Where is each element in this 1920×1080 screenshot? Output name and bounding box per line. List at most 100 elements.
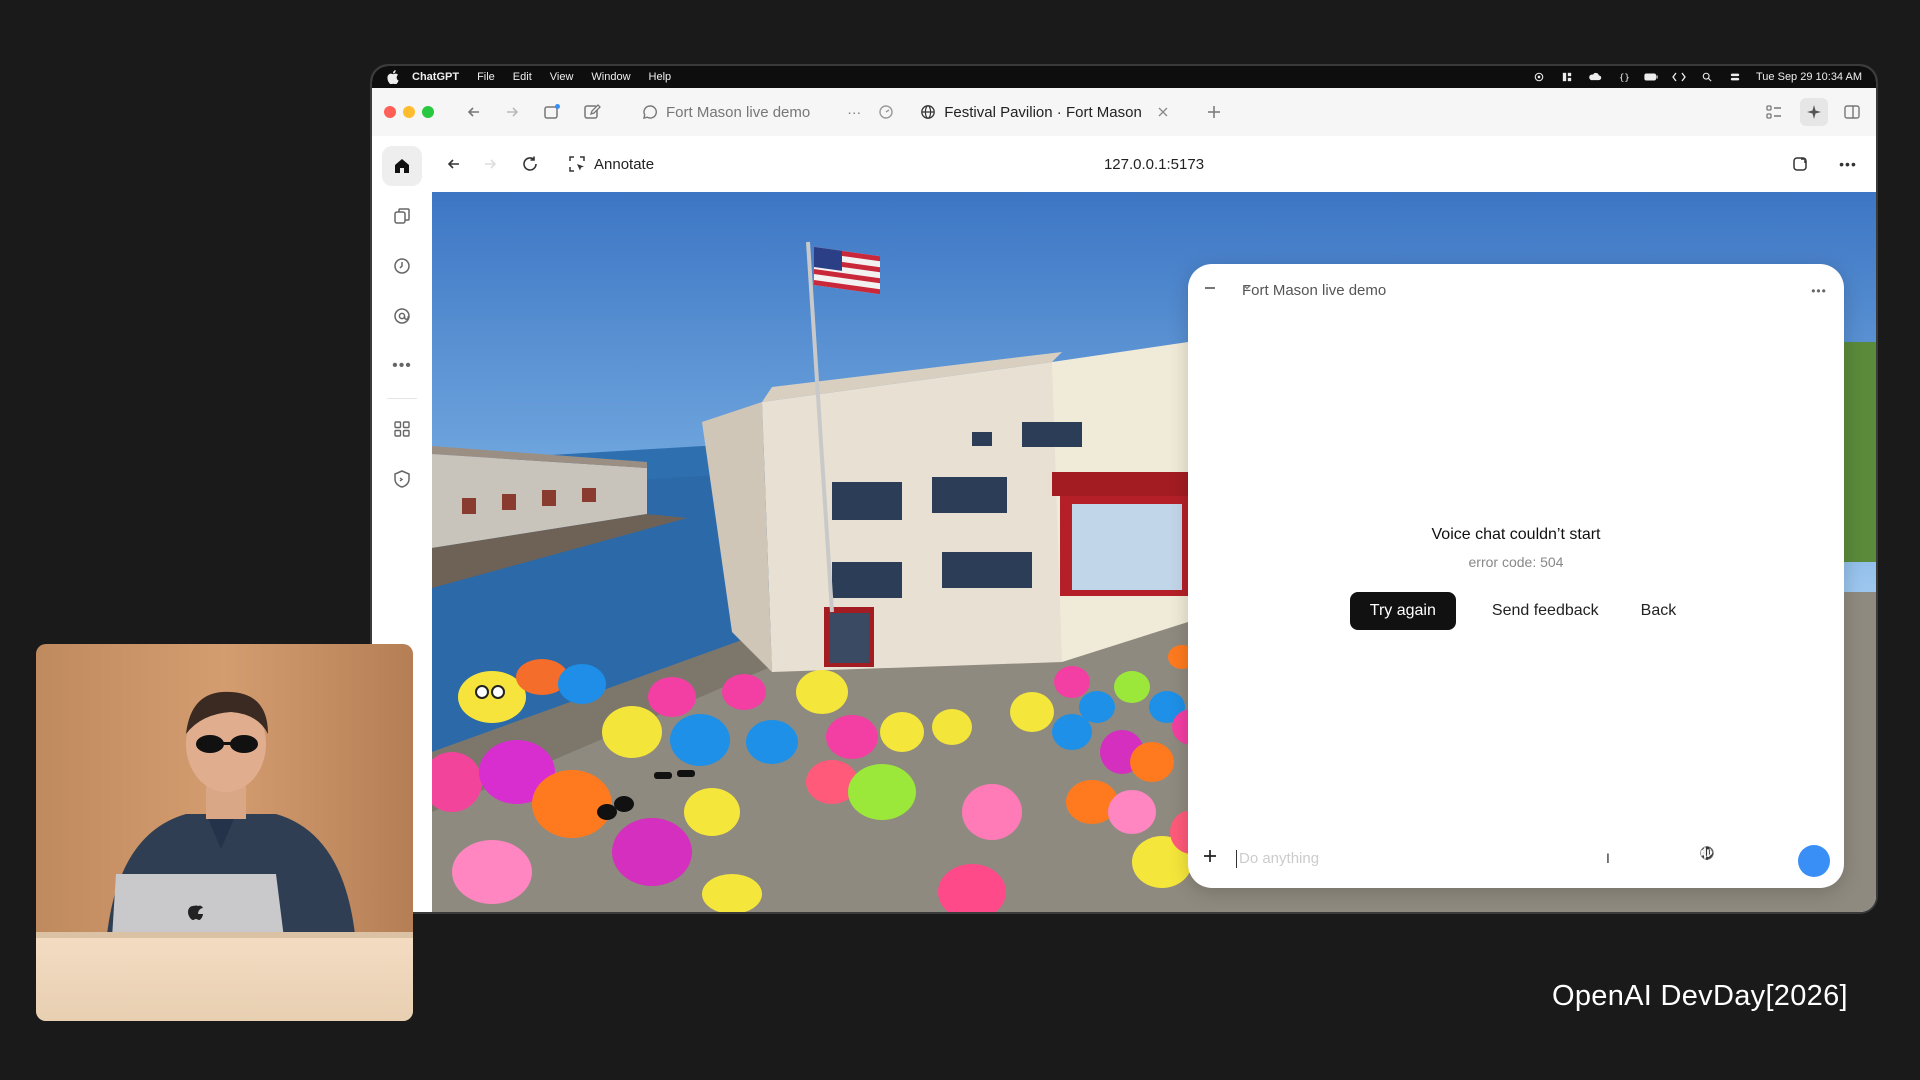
message-input[interactable]: Do anything — [1236, 850, 1599, 868]
page-back-button[interactable] — [440, 150, 468, 178]
sidebar-item-more[interactable]: ••• — [382, 346, 422, 386]
refresh-icon — [523, 156, 537, 171]
menubar-clock[interactable]: Tue Sep 29 10:34 AM — [1756, 71, 1862, 83]
layout-status-icon[interactable] — [1560, 72, 1574, 82]
sparkle-icon — [1807, 105, 1821, 119]
braces-status-icon[interactable]: {} — [1616, 72, 1630, 82]
sidebar-toggle-button[interactable] — [542, 102, 562, 122]
minimize-window-button[interactable] — [403, 106, 415, 118]
send-feedback-button[interactable]: Send feedback — [1486, 592, 1605, 630]
sidebar-item-security[interactable] — [382, 459, 422, 499]
tab-fort-mason-chat[interactable]: Fort Mason live demo — [642, 104, 810, 121]
new-chat-button[interactable] — [582, 102, 602, 122]
globe-icon — [921, 105, 936, 119]
arrow-left-icon — [447, 159, 459, 169]
home-icon — [395, 159, 409, 173]
zoom-window-button[interactable] — [422, 106, 434, 118]
web-viewport[interactable]: Fort Mason live demo ••• Voice chat coul… — [432, 192, 1876, 912]
menu-help[interactable]: Help — [649, 71, 672, 83]
split-panel-icon — [1844, 105, 1860, 119]
back-nav-button[interactable] — [464, 102, 484, 122]
plus-icon — [1207, 106, 1220, 118]
url-display[interactable]: 127.0.0.1:5173 — [1104, 156, 1204, 173]
apple-icon[interactable] — [386, 70, 400, 84]
menu-file[interactable]: File — [477, 71, 495, 83]
code-arrows-icon[interactable] — [1672, 72, 1686, 82]
chat-bubble-icon — [643, 105, 657, 119]
compose-icon — [584, 104, 601, 119]
control-center-icon[interactable] — [1728, 72, 1742, 82]
sidebar-divider — [387, 398, 417, 399]
error-title: Voice chat couldn’t start — [1431, 526, 1601, 543]
annotate-cursor-icon — [569, 156, 585, 172]
sidebar-badge-icon — [544, 104, 560, 119]
try-again-button[interactable]: Try again — [1349, 592, 1456, 630]
page-more-button[interactable]: ••• — [1834, 150, 1862, 178]
error-actions: Try again Send feedback Back — [1188, 592, 1844, 630]
menu-window[interactable]: Window — [591, 71, 630, 83]
sidebar-item-mentions[interactable] — [382, 296, 422, 336]
menubar-status-area: {} Tue Sep 29 10:34 AM — [1532, 66, 1862, 88]
back-button[interactable]: Back — [1635, 592, 1683, 630]
task-list-button[interactable] — [1764, 102, 1784, 122]
chevron-down-icon — [1243, 285, 1251, 290]
gauge-icon — [879, 105, 893, 119]
voice-chat-panel: Fort Mason live demo ••• Voice chat coul… — [1188, 264, 1844, 888]
at-sign-icon — [394, 308, 410, 324]
minus-icon — [1205, 287, 1215, 289]
sidebar-item-home[interactable] — [382, 146, 422, 186]
plus-icon — [1204, 850, 1216, 862]
presenter-video — [36, 644, 413, 1021]
more-horizontal-icon: ••• — [1839, 156, 1857, 172]
openai-status-icon[interactable] — [1532, 72, 1546, 82]
popout-icon — [1793, 157, 1807, 171]
close-window-button[interactable] — [384, 106, 396, 118]
panel-more-button[interactable]: ••• — [1808, 280, 1830, 302]
sidebar-item-history[interactable] — [382, 246, 422, 286]
menu-view[interactable]: View — [550, 71, 574, 83]
settings-button[interactable] — [1700, 846, 1752, 871]
cloud-status-icon[interactable] — [1588, 72, 1602, 82]
arrow-right-icon — [507, 107, 519, 117]
page-forward-button[interactable] — [476, 150, 504, 178]
spotlight-search-icon[interactable] — [1700, 72, 1714, 82]
error-code: error code: 504 — [1468, 554, 1564, 570]
minimize-panel-button[interactable] — [1204, 282, 1222, 300]
menu-bar: ChatGPT File Edit View Window Help {} Tu… — [372, 66, 1876, 88]
tab-label: Festival Pavilion · Fort Mason — [944, 103, 1142, 121]
arrow-left-icon — [467, 107, 479, 117]
grid-apps-icon — [394, 421, 410, 437]
tab-festival-pavilion[interactable]: Festival Pavilion · Fort Mason — [920, 104, 1168, 121]
agent-status-button[interactable] — [876, 102, 896, 122]
address-bar: 127.0.0.1:5173 Annotate ••• — [432, 136, 1876, 192]
panel-title: Fort Mason live demo — [1242, 282, 1387, 299]
open-external-button[interactable] — [1786, 150, 1814, 178]
menu-edit[interactable]: Edit — [513, 71, 532, 83]
dictate-button[interactable] — [1701, 846, 1785, 871]
sidebar-item-library[interactable] — [382, 196, 422, 236]
window-controls — [384, 106, 434, 118]
menu-app-name[interactable]: ChatGPT — [412, 71, 459, 83]
voice-mode-button[interactable] — [1701, 845, 1830, 877]
battery-icon[interactable] — [1644, 72, 1658, 82]
composer: Do anything I — [1188, 832, 1844, 888]
sidebar-item-apps[interactable] — [382, 409, 422, 449]
conversation-title-dropdown[interactable]: Fort Mason live demo — [1242, 282, 1386, 299]
tab-label: Fort Mason live demo — [666, 103, 811, 121]
assistant-button[interactable] — [1800, 98, 1828, 126]
shield-icon — [394, 470, 410, 488]
tab-more-button[interactable]: ··· — [844, 102, 864, 122]
text-cursor-icon: I — [1606, 850, 1610, 866]
add-attachment-button[interactable] — [1202, 848, 1224, 870]
new-tab-button[interactable] — [1204, 102, 1224, 122]
event-branding: OpenAI DevDay[2026] — [1552, 980, 1848, 1012]
panel-header: Fort Mason live demo ••• — [1188, 264, 1844, 318]
split-view-button[interactable] — [1842, 102, 1862, 122]
annotate-button[interactable]: Annotate — [568, 155, 654, 173]
checklist-icon — [1766, 105, 1781, 119]
close-tab-icon[interactable] — [1158, 107, 1168, 117]
more-horizontal-icon: ••• — [1811, 284, 1827, 298]
forward-nav-button[interactable] — [502, 102, 522, 122]
annotate-label: Annotate — [594, 155, 655, 173]
reload-button[interactable] — [516, 150, 544, 178]
